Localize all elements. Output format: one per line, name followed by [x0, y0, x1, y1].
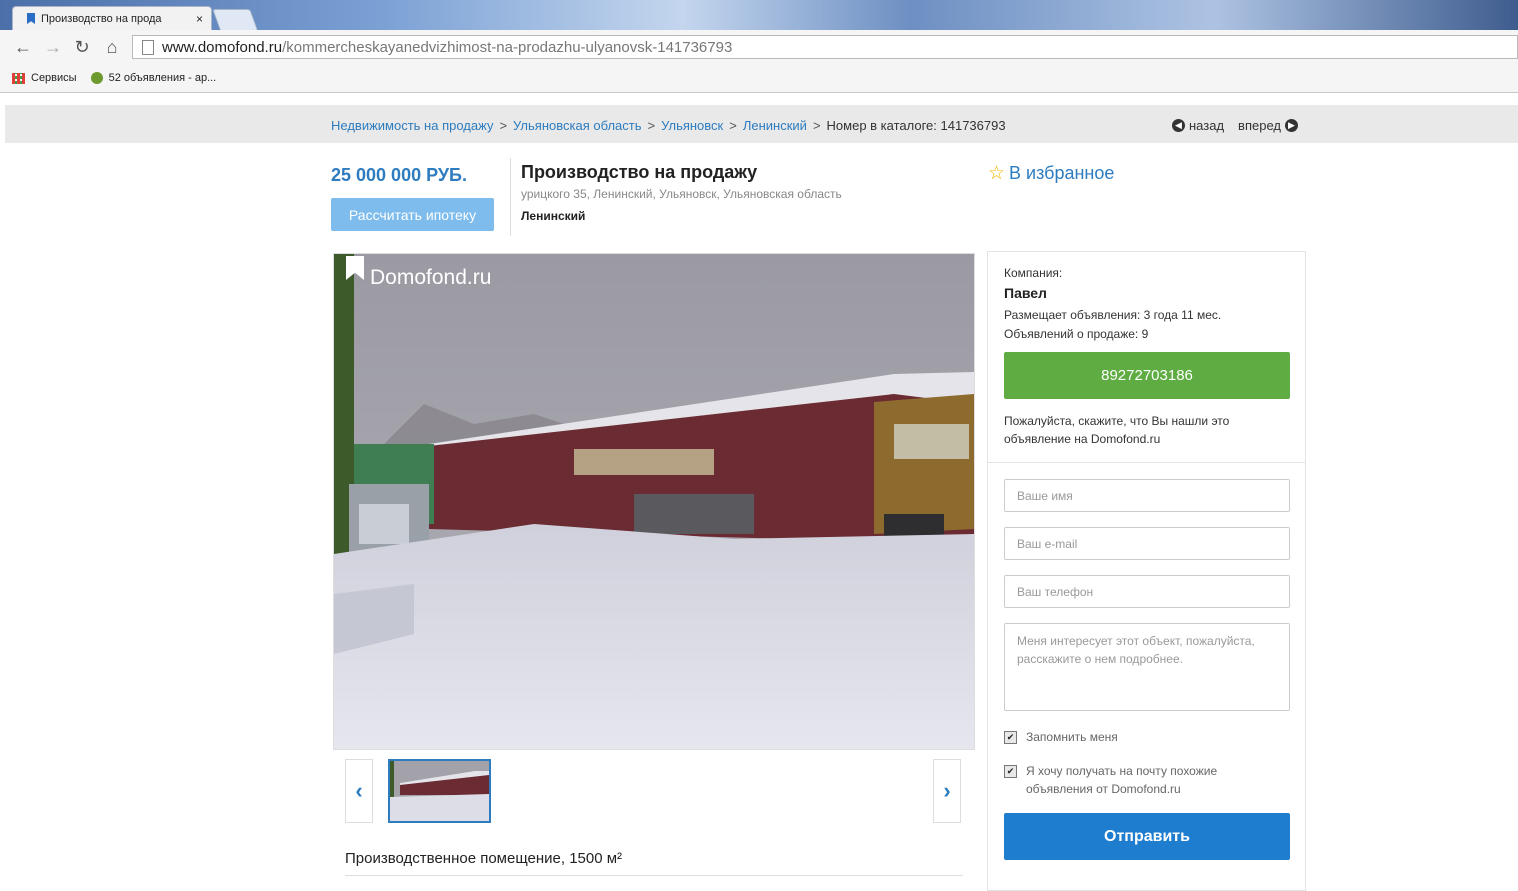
apps-grid-icon — [12, 72, 25, 84]
gallery-next-button[interactable]: › — [933, 759, 961, 823]
main-photo[interactable]: Domofond.ru — [334, 254, 974, 749]
show-phone-button[interactable]: 89272703186 — [1004, 352, 1290, 399]
browser-tab[interactable]: Производство на прода × — [12, 6, 212, 30]
listing-title: Производство на продажу — [521, 162, 758, 182]
bookmark-label: Сервисы — [31, 72, 77, 84]
subscribe-checkbox[interactable]: ✔ Я хочу получать на почту похожие объяв… — [1004, 762, 1274, 798]
site-icon — [90, 72, 103, 84]
mortgage-calc-button[interactable]: Рассчитать ипотеку — [331, 198, 494, 231]
breadcrumb-link[interactable]: Ленинский — [743, 118, 807, 133]
arrow-left-circle-icon: ◀ — [1172, 119, 1185, 132]
home-icon[interactable]: ⌂ — [104, 37, 120, 58]
photo-gallery: Domofond.ru — [333, 253, 975, 750]
message-textarea[interactable]: Меня интересует этот объект, пожалуйста,… — [1004, 623, 1290, 711]
breadcrumb-link[interactable]: Ульяновская область — [513, 118, 641, 133]
thumbnail-image — [390, 761, 489, 821]
breadcrumb: Недвижимость на продажу > Ульяновская обла… — [331, 118, 1006, 133]
phone-input[interactable] — [1004, 575, 1290, 608]
url-host: www.domofond.ru — [162, 38, 283, 56]
description-divider — [345, 875, 963, 876]
breadcrumb-separator: > — [499, 118, 508, 133]
address-bar[interactable]: www.domofond.ru/kommercheskayanedvizhimo… — [132, 35, 1518, 59]
back-arrow-icon[interactable]: ← — [14, 37, 32, 58]
breadcrumb-link[interactable]: Ульяновск — [661, 118, 723, 133]
browser-tab-strip: Производство на прода × — [0, 0, 1518, 30]
subscribe-label: Я хочу получать на почту похожие объявле… — [1026, 764, 1218, 796]
seller-listings-count: Объявлений о продаже: 9 — [1004, 327, 1149, 341]
arrow-right-circle-icon: ▶ — [1284, 119, 1298, 132]
watermark-text: Domofond.ru — [370, 266, 492, 289]
header-divider — [510, 158, 511, 236]
email-input[interactable] — [1004, 527, 1290, 560]
bookmark-services[interactable]: Сервисы — [12, 72, 77, 84]
pager-back-link[interactable]: ◀ назад — [1172, 118, 1224, 133]
gallery-prev-button[interactable]: ‹ — [345, 759, 373, 823]
company-label: Компания: — [1004, 266, 1063, 280]
pager-forward-link[interactable]: вперед ▶ — [1238, 118, 1298, 133]
reload-icon[interactable]: ↻ — [74, 37, 90, 58]
forward-arrow-icon[interactable]: → — [44, 37, 62, 58]
name-input[interactable] — [1004, 479, 1290, 512]
bookmarks-bar: Сервисы 52 объявления - ар... — [0, 64, 1518, 93]
pager-forward-label: вперед — [1238, 118, 1281, 133]
bookmark-favicon-icon — [27, 13, 35, 24]
page-icon — [142, 39, 154, 55]
bookmark-logo-icon — [346, 256, 364, 280]
star-icon: ☆ — [988, 163, 1006, 184]
pager-back-label: назад — [1189, 118, 1225, 133]
tab-title: Производство на прода — [41, 12, 162, 25]
breadcrumb-link[interactable]: Недвижимость на продажу — [331, 118, 493, 133]
submit-button[interactable]: Отправить — [1004, 813, 1290, 860]
favorites-label: В избранное — [1009, 163, 1115, 183]
chevron-right-icon: › — [943, 778, 951, 803]
breadcrumb-separator: > — [647, 118, 656, 133]
remember-me-label: Запомнить меня — [1026, 730, 1118, 744]
listing-pager: ◀ назад вперед ▶ — [1172, 118, 1298, 133]
photo-warehouse-snow — [334, 254, 974, 749]
seller-name: Павел — [1004, 285, 1047, 301]
listing-address: урицкого 35, Ленинский, Ульяновск, Ульян… — [521, 187, 842, 201]
breadcrumb-separator: > — [729, 118, 737, 133]
checkbox-checked-icon: ✔ — [1004, 765, 1017, 778]
chevron-left-icon: ‹ — [355, 778, 363, 803]
url-path: /kommercheskayanedvizhimost-na-prodazhu-… — [282, 38, 733, 56]
add-to-favorites-link[interactable]: ☆ В избранное — [988, 162, 1114, 185]
gallery-thumbnail[interactable] — [388, 759, 491, 823]
description-heading: Производственное помещение, 1500 м² — [345, 850, 623, 867]
checkbox-checked-icon: ✔ — [1004, 731, 1017, 744]
bookmark-listings[interactable]: 52 объявления - ар... — [90, 72, 217, 84]
listing-district: Ленинский — [521, 209, 586, 223]
breadcrumb-separator: > — [812, 118, 821, 133]
seller-tenure: Размещает объявления: 3 года 11 мес. — [1004, 308, 1222, 322]
bookmark-label: 52 объявления - ар... — [108, 72, 217, 84]
watermark: Domofond.ru — [346, 256, 491, 290]
listing-price: 25 000 000 РУБ. — [331, 165, 467, 185]
new-tab-button[interactable] — [212, 9, 258, 30]
sidebar-divider — [988, 462, 1305, 463]
contact-hint: Пожалуйста, скажите, что Вы нашли это об… — [1004, 414, 1230, 446]
catalog-number: Номер в каталоге: 141736793 — [826, 118, 1006, 133]
tab-close-icon[interactable]: × — [196, 12, 203, 26]
remember-me-checkbox[interactable]: ✔ Запомнить меня — [1004, 728, 1118, 746]
